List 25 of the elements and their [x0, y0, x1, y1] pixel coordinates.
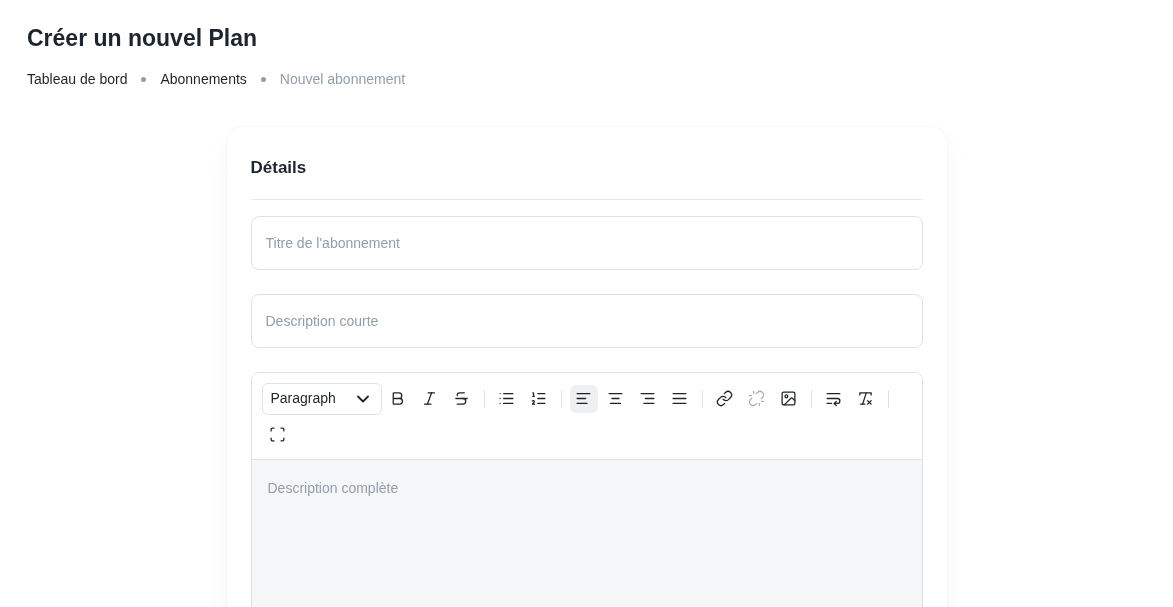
- italic-icon: [421, 390, 438, 407]
- wrap-text-icon: [825, 390, 842, 407]
- breadcrumb-link[interactable]: Abonnements: [160, 69, 247, 90]
- card-title: Détails: [250, 155, 923, 200]
- align-left-icon: [575, 390, 592, 407]
- bullet-list-icon: [498, 390, 515, 407]
- clear-format-icon: [857, 390, 874, 407]
- description-editor-area[interactable]: Description complète: [251, 458, 922, 607]
- numbered-list-icon: [530, 390, 547, 407]
- text-field[interactable]: Description courte: [250, 293, 923, 348]
- link-icon: [716, 390, 733, 407]
- text-field[interactable]: Titre de l'abonnement: [250, 215, 923, 270]
- breadcrumb-separator-icon: [141, 77, 147, 82]
- breadcrumb-separator-icon: [260, 77, 266, 82]
- align-right-icon: [639, 390, 656, 407]
- align-justify-icon: [671, 390, 688, 407]
- block-format-select[interactable]: Paragraph: [261, 382, 382, 415]
- strikethrough-icon: [453, 390, 470, 407]
- page-title: Créer un nouvel Plan: [27, 24, 259, 52]
- toolbar-button[interactable]: [569, 384, 598, 413]
- align-center-icon: [607, 390, 624, 407]
- breadcrumb-link[interactable]: Tableau de bord: [27, 69, 128, 90]
- unlink-icon: [748, 390, 765, 407]
- image-icon: [780, 390, 797, 407]
- fullscreen-icon: [269, 426, 286, 443]
